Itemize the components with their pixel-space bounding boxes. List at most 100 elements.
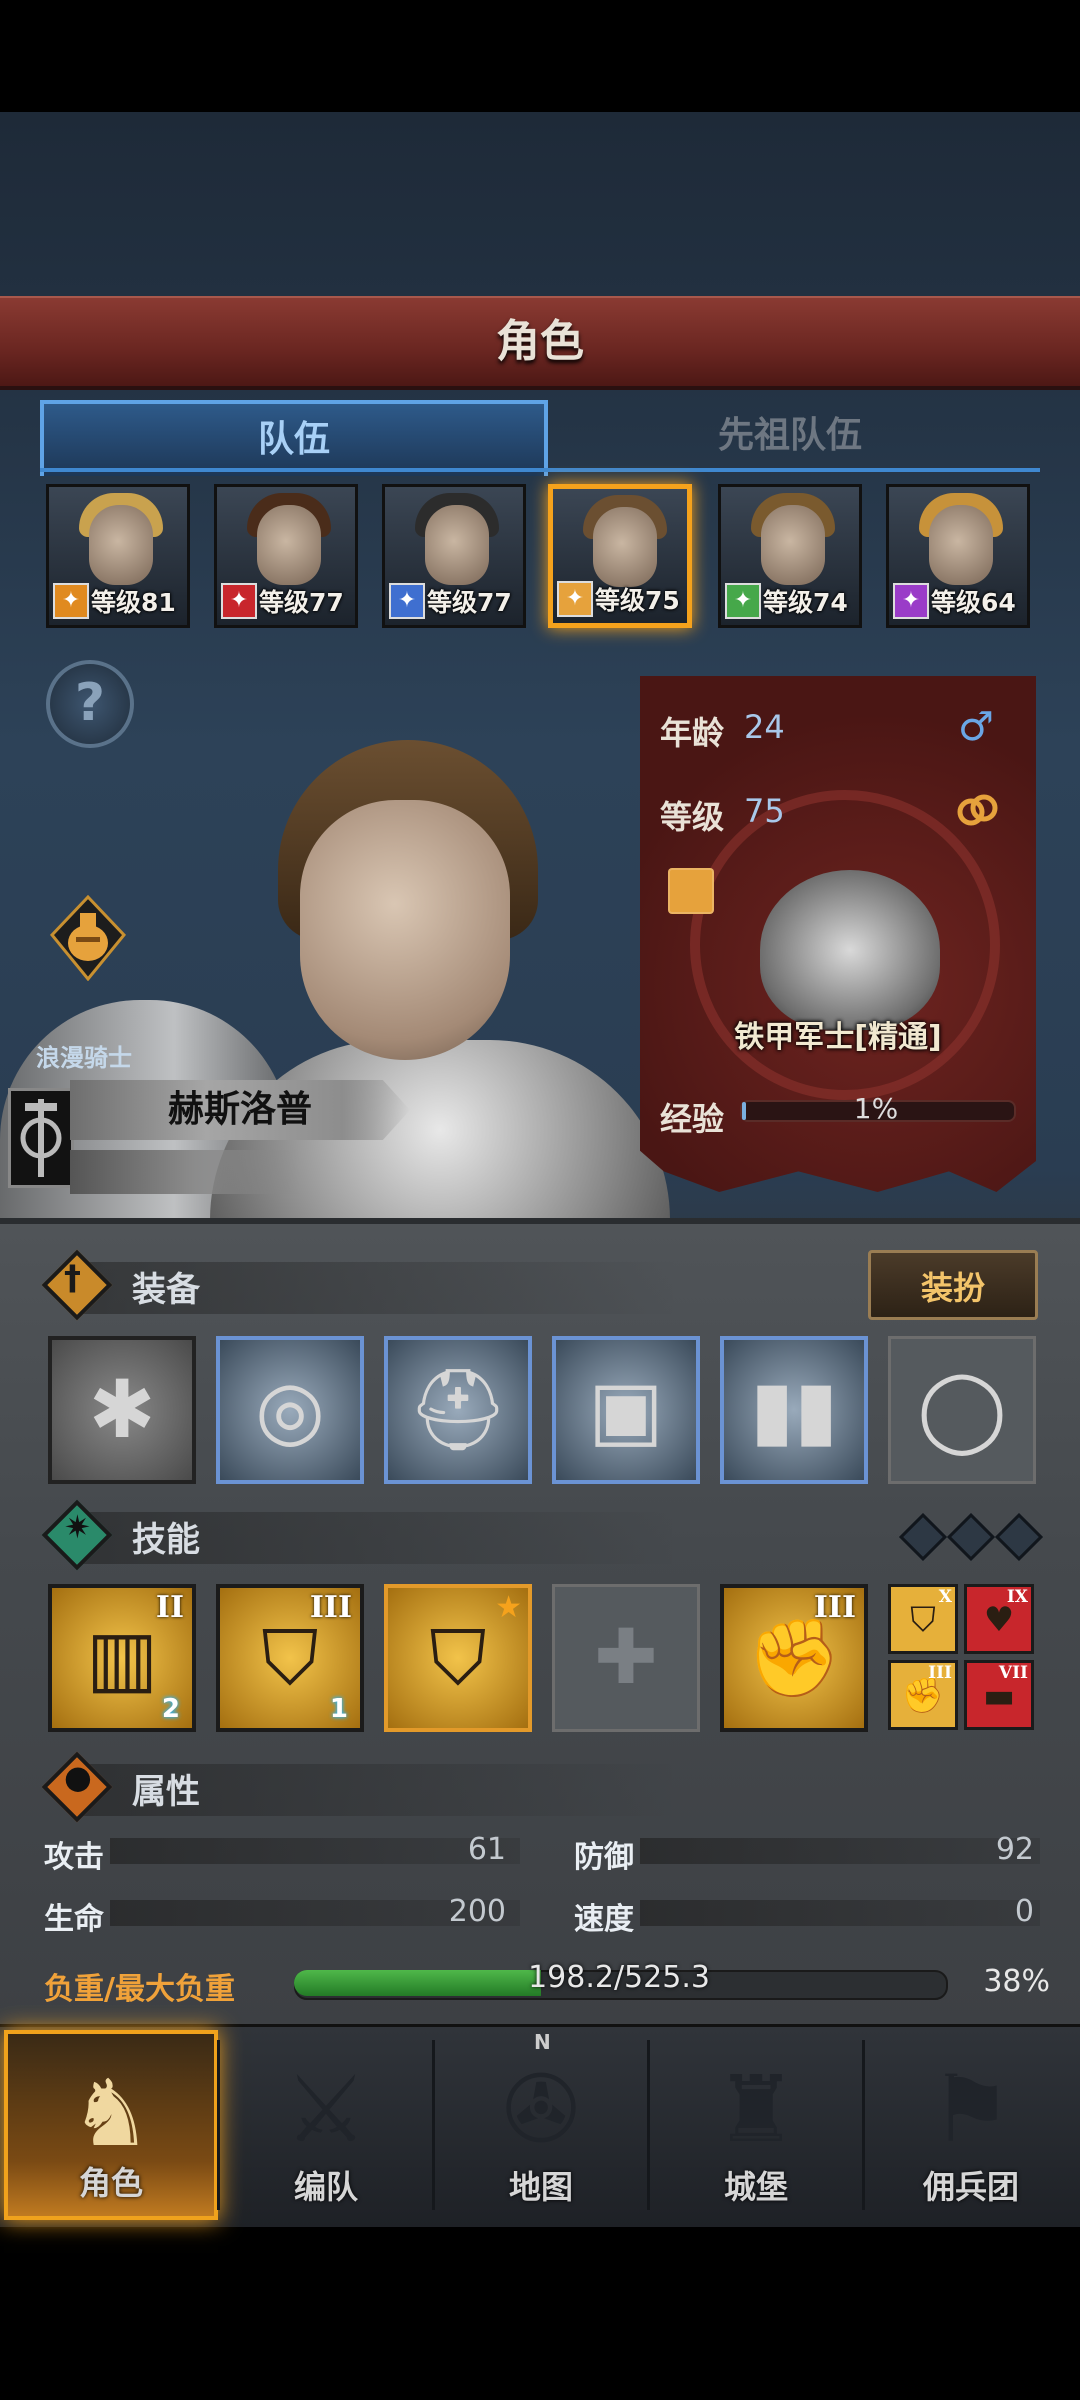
team-member-portrait[interactable]: ✦ 等级77 xyxy=(214,484,358,628)
rings-icon xyxy=(954,790,1000,830)
potion-svg xyxy=(50,894,126,982)
team-member-level: 等级75 xyxy=(595,586,680,615)
tab-ancestor-team-label: 先祖队伍 xyxy=(717,415,862,456)
unit-class-badge-icon xyxy=(668,868,714,914)
tab-team[interactable]: 队伍 xyxy=(40,400,548,476)
nav-item-1[interactable]: ⚔ 编队 xyxy=(219,2030,433,2220)
nav-item-2[interactable]: ✇ 地图 xyxy=(434,2030,648,2220)
mercenary-icon: ⚑ xyxy=(929,2056,1013,2163)
equipment-slot[interactable]: ▣ xyxy=(552,1336,700,1484)
portrait-face xyxy=(761,505,825,585)
portrait-face xyxy=(89,505,153,585)
star-icon: ★ xyxy=(495,1590,522,1625)
skill-slot[interactable]: ✚ xyxy=(552,1584,700,1732)
portrait-face xyxy=(593,507,657,587)
help-button[interactable]: ? xyxy=(46,660,134,748)
unit-figure xyxy=(760,870,940,1030)
passive-skill-rank: X xyxy=(938,1587,952,1607)
team-member-level: 等级77 xyxy=(259,588,344,617)
tab-team-label: 队伍 xyxy=(257,419,330,460)
tab-ancestor-team[interactable]: 先祖队伍 xyxy=(540,400,1040,472)
dress-button[interactable]: 装扮 xyxy=(868,1250,1038,1320)
compass-map-icon: ✇ xyxy=(502,2056,580,2163)
skill-rank: III xyxy=(813,1590,856,1625)
equipment-slot[interactable]: ◯ xyxy=(888,1336,1036,1484)
passive-skill-slot[interactable]: ✊ III xyxy=(888,1660,958,1730)
exp-value: 1% xyxy=(853,1092,899,1125)
skill-slot[interactable]: ⛉ III 1 xyxy=(216,1584,364,1732)
title-bar: 角色 xyxy=(0,296,1080,390)
equipment-title: 装备 xyxy=(132,1270,200,1310)
exp-label: 经验 xyxy=(660,1100,725,1138)
equipment-slot[interactable]: ▮▮ xyxy=(720,1336,868,1484)
skill-star-icon: ✷ xyxy=(64,1508,91,1546)
passive-skill-slot[interactable]: ▬ VII xyxy=(964,1660,1034,1730)
nav-separator xyxy=(432,2040,435,2210)
equipment-slot[interactable]: ✱ xyxy=(48,1336,196,1484)
equipment-slot[interactable]: ◎ xyxy=(216,1336,364,1484)
nav-separator xyxy=(647,2040,650,2210)
team-member-portrait[interactable]: ✦ 等级75 xyxy=(548,484,692,628)
sword-icon: † xyxy=(64,1258,81,1298)
nav-label: 地图 xyxy=(508,2168,573,2206)
passive-skill-rank: IX xyxy=(1006,1587,1028,1607)
age-label: 年龄 xyxy=(660,714,725,752)
attack-value: 61 xyxy=(467,1832,506,1867)
male-icon: ♂ xyxy=(958,704,994,750)
portrait-face xyxy=(929,505,993,585)
lance-icon: ✦ xyxy=(53,583,89,619)
defense-label: 防御 xyxy=(574,1840,634,1875)
question-icon: ? xyxy=(74,673,106,733)
compass-north-label: N xyxy=(534,2030,551,2054)
passive-skill-slot[interactable]: ♥ IX xyxy=(964,1584,1034,1654)
team-member-level: 等级77 xyxy=(427,588,512,617)
hero-face xyxy=(300,800,510,1060)
page-title: 角色 xyxy=(496,316,584,367)
skill-rank: II xyxy=(155,1590,184,1625)
formation-icon: ⚔ xyxy=(284,2056,368,2163)
skill-charges: 2 xyxy=(161,1694,180,1724)
nav-item-0[interactable]: ♞ 角色 xyxy=(4,2030,218,2220)
hero-class-label: 浪漫骑士 xyxy=(36,1044,132,1072)
team-member-level: 等级81 xyxy=(91,588,176,617)
passive-skill-slot[interactable]: ⛉ X xyxy=(888,1584,958,1654)
crossbow-icon: ✦ xyxy=(725,583,761,619)
load-percent: 38% xyxy=(983,1964,1050,1999)
nav-separator xyxy=(217,2040,220,2210)
level-label: 等级 xyxy=(660,798,725,836)
team-member-portrait[interactable]: ✦ 等级77 xyxy=(382,484,526,628)
potion-icon[interactable] xyxy=(50,894,126,982)
skills-title: 技能 xyxy=(132,1520,200,1560)
nav-item-3[interactable]: ♜ 城堡 xyxy=(649,2030,863,2220)
team-member-portrait[interactable]: ✦ 等级64 xyxy=(886,484,1030,628)
emblem-svg xyxy=(20,1099,62,1177)
skill-slot[interactable]: ⛉ ★ xyxy=(384,1584,532,1732)
load-label: 负重/最大负重 xyxy=(44,1972,235,2007)
ring-slot-icon: ◯ xyxy=(917,1362,1007,1455)
speed-label: 速度 xyxy=(574,1902,634,1937)
skill-slot[interactable]: ✊ III xyxy=(720,1584,868,1732)
equipment-slot[interactable]: ⛑ xyxy=(384,1336,532,1484)
skill-slot[interactable]: ▥ II 2 xyxy=(48,1584,196,1732)
staff-icon: ✦ xyxy=(893,583,929,619)
great-helm-icon: ⛑ xyxy=(407,1363,509,1456)
nav-label: 佣兵团 xyxy=(922,2168,1019,2206)
passive-skill-rank: VII xyxy=(998,1663,1028,1683)
attributes-title: 属性 xyxy=(132,1772,200,1812)
skill-rank: III xyxy=(309,1590,352,1625)
team-member-portrait[interactable]: ✦ 等级81 xyxy=(46,484,190,628)
team-member-level: 等级74 xyxy=(763,588,848,617)
portrait-face xyxy=(425,505,489,585)
greaves-icon: ▮▮ xyxy=(749,1363,839,1456)
attack-label: 攻击 xyxy=(44,1840,104,1875)
team-member-level: 等级64 xyxy=(931,588,1016,617)
flail-icon: ✱ xyxy=(88,1363,156,1456)
nav-item-4[interactable]: ⚑ 佣兵团 xyxy=(864,2030,1078,2220)
unit-name: 铁甲军士[精通] xyxy=(734,1020,942,1055)
plate-armor-icon: ▣ xyxy=(588,1363,664,1456)
knight-icon: ♞ xyxy=(69,2060,153,2167)
team-member-portrait[interactable]: ✦ 等级74 xyxy=(718,484,862,628)
tab-underline xyxy=(40,468,1040,472)
defense-value: 92 xyxy=(995,1832,1034,1867)
life-label: 生命 xyxy=(44,1902,104,1937)
